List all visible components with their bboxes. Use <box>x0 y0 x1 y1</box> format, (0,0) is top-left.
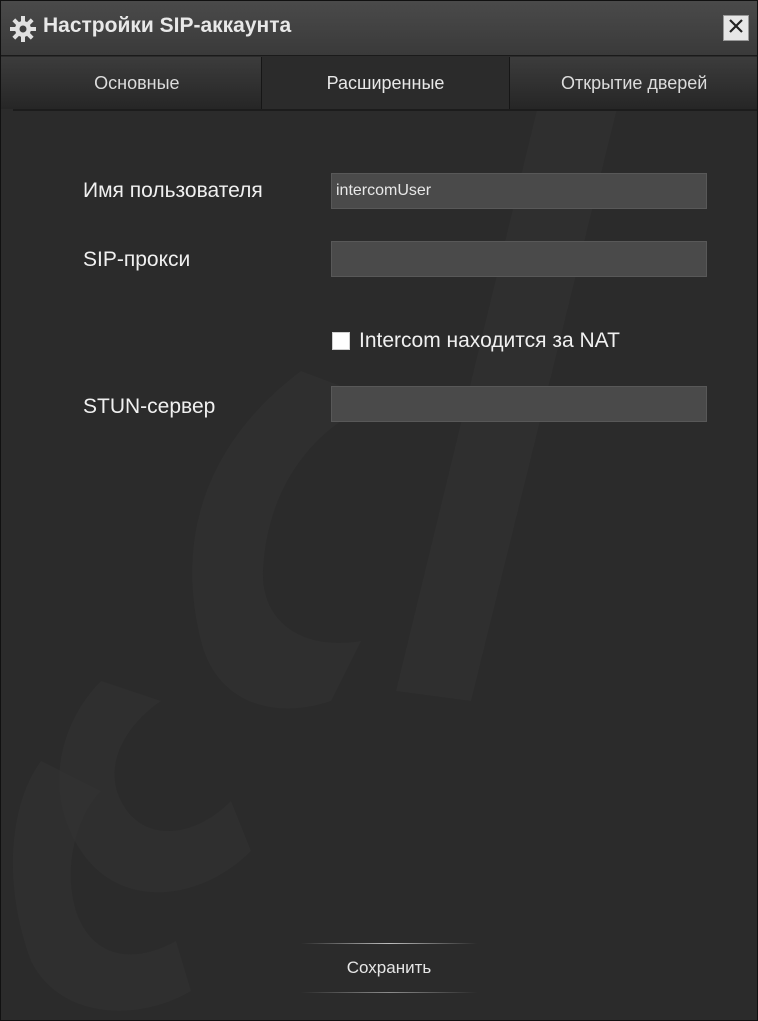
nat-checkbox[interactable] <box>332 332 350 350</box>
window-title: Настройки SIP-аккаунта <box>43 14 292 37</box>
tab-door-opening[interactable]: Открытие дверей <box>510 57 757 109</box>
tab-label: Открытие дверей <box>561 72 708 93</box>
tab-label: Основные <box>94 72 180 93</box>
close-icon <box>728 18 744 39</box>
stun-server-label: STUN-сервер <box>83 395 216 418</box>
tab-strip-edge <box>1 57 13 109</box>
tab-basic[interactable]: Основные <box>13 57 262 109</box>
save-button-label: Сохранить <box>346 958 432 977</box>
tab-divider <box>13 109 757 111</box>
stun-server-input[interactable] <box>331 386 707 422</box>
save-button-bottom-border <box>301 992 477 993</box>
title-bar: Настройки SIP-аккаунта <box>1 1 757 56</box>
close-button[interactable] <box>723 15 749 41</box>
tab-bar: Основные Расширенные Открытие дверей <box>13 57 757 109</box>
username-input[interactable] <box>331 173 707 209</box>
nat-checkbox-row[interactable]: Intercom находится за NAT <box>332 329 620 353</box>
username-label: Имя пользователя <box>83 179 263 202</box>
tab-label: Расширенные <box>326 72 445 93</box>
tab-advanced[interactable]: Расширенные <box>261 57 511 109</box>
save-button-top-border <box>301 943 477 944</box>
save-button[interactable]: Сохранить <box>301 943 477 993</box>
sip-settings-window: Настройки SIP-аккаунта Основные Расширен… <box>0 0 758 1021</box>
nat-checkbox-label: Intercom находится за NAT <box>359 329 620 352</box>
gear-icon <box>9 15 37 43</box>
watermark-logo <box>12 11 641 1011</box>
sip-proxy-input[interactable] <box>331 241 707 277</box>
sip-proxy-label: SIP-прокси <box>83 248 191 271</box>
